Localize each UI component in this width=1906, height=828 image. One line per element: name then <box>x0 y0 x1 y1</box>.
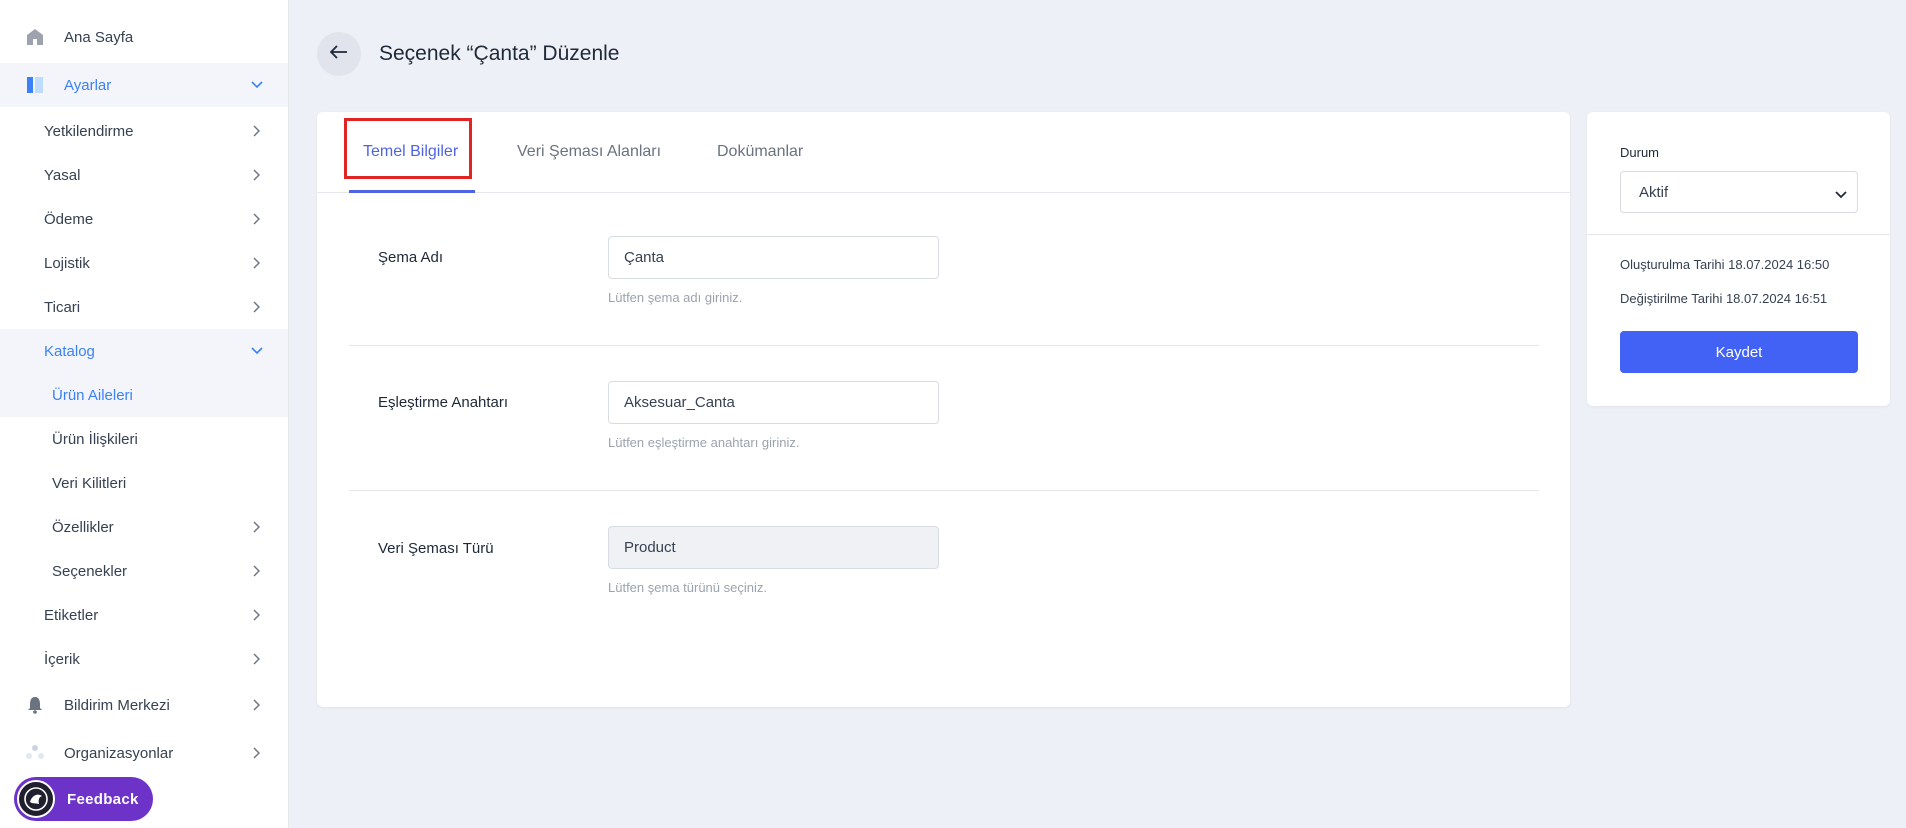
sidebar-item-label: Ticari <box>44 298 81 316</box>
chevron-right-icon <box>250 652 264 666</box>
schema-name-input[interactable]: Çanta <box>608 236 939 279</box>
sidebar-item-icerik[interactable]: İçerik <box>0 637 288 681</box>
chevron-down-icon <box>250 344 264 358</box>
sidebar-item-label: Yasal <box>44 166 81 184</box>
sidebar-item-lojistik[interactable]: Lojistik <box>0 241 288 285</box>
sidebar-item-label: Veri Kilitleri <box>52 474 127 492</box>
divider <box>1587 234 1890 235</box>
chevron-right-icon <box>250 520 264 534</box>
chevron-right-icon <box>250 256 264 270</box>
chevron-down-icon <box>1835 186 1847 203</box>
match-key-help: Lütfen eşleştirme anahtarı giriniz. <box>608 435 800 450</box>
sidebar-item-veri-kilitleri[interactable]: Veri Kilitleri <box>0 461 288 505</box>
save-button[interactable]: Kaydet <box>1620 331 1858 373</box>
sidebar-item-ticari[interactable]: Ticari <box>0 285 288 329</box>
status-select[interactable]: Aktif <box>1620 171 1858 213</box>
sidebar-item-ozellikler[interactable]: Özellikler <box>0 505 288 549</box>
sidebar-item-label: Ana Sayfa <box>64 28 134 46</box>
sidebar-item-label: Ödeme <box>44 210 94 228</box>
divider <box>349 490 1539 491</box>
sidebar-item-etiketler[interactable]: Etiketler <box>0 593 288 637</box>
status-card: Durum Aktif Oluşturulma Tarihi 18.07.202… <box>1587 112 1890 406</box>
sidebar-item-odeme[interactable]: Ödeme <box>0 197 288 241</box>
settings-panel-icon <box>24 74 46 96</box>
sidebar-item-organizations[interactable]: Organizasyonlar <box>0 731 288 775</box>
chevron-down-icon <box>250 78 264 92</box>
modified-date: Değiştirilme Tarihi 18.07.2024 16:51 <box>1620 291 1828 306</box>
sidebar-item-label: İçerik <box>44 650 80 668</box>
match-key-input[interactable]: Aksesuar_Canta <box>608 381 939 424</box>
sidebar: Ana Sayfa Ayarlar Yetkilendirme Yasal Öd… <box>0 0 289 828</box>
sidebar-item-label: Yetkilendirme <box>44 122 134 140</box>
sidebar-item-settings[interactable]: Ayarlar <box>0 63 288 107</box>
schema-type-field: Product <box>608 526 939 569</box>
sidebar-item-secenekler[interactable]: Seçenekler <box>0 549 288 593</box>
schema-type-help: Lütfen şema türünü seçiniz. <box>608 580 767 595</box>
chevron-right-icon <box>250 168 264 182</box>
schema-type-label: Veri Şeması Türü <box>378 540 494 557</box>
sidebar-item-label: Bildirim Merkezi <box>64 696 170 714</box>
sidebar-item-label: Ürün İlişkileri <box>52 430 138 448</box>
tab-bar: Temel Bilgiler Veri Şeması Alanları Dokü… <box>317 112 1570 193</box>
home-icon <box>24 26 46 48</box>
chevron-right-icon <box>250 746 264 760</box>
chevron-right-icon <box>250 698 264 712</box>
sidebar-item-label: Ayarlar <box>64 76 112 94</box>
organization-icon <box>24 742 46 764</box>
feedback-label: Feedback <box>67 790 139 808</box>
sidebar-item-home[interactable]: Ana Sayfa <box>0 15 288 59</box>
feedback-logo-icon <box>17 780 55 818</box>
created-date: Oluşturulma Tarihi 18.07.2024 16:50 <box>1620 257 1830 272</box>
match-key-label: Eşleştirme Anahtarı <box>378 394 509 411</box>
sidebar-item-label: Seçenekler <box>52 562 128 580</box>
schema-name-label: Şema Adı <box>378 249 444 266</box>
status-label: Durum <box>1620 145 1660 160</box>
schema-name-help: Lütfen şema adı giriniz. <box>608 290 743 305</box>
divider <box>349 345 1539 346</box>
chevron-right-icon <box>250 124 264 138</box>
tab-dokumanlar[interactable]: Dokümanlar <box>717 143 803 161</box>
sidebar-item-label: Lojistik <box>44 254 90 272</box>
active-tab-indicator <box>349 190 475 193</box>
chevron-right-icon <box>250 608 264 622</box>
arrow-left-icon <box>329 44 348 64</box>
sidebar-item-label: Ürün Aileleri <box>52 386 133 404</box>
bell-icon <box>24 694 46 716</box>
sidebar-item-yasal[interactable]: Yasal <box>0 153 288 197</box>
chevron-right-icon <box>250 212 264 226</box>
sidebar-item-label: Özellikler <box>52 518 114 536</box>
highlight-box <box>344 118 472 179</box>
page-title: Seçenek “Çanta” Düzenle <box>379 42 620 65</box>
main-card: Temel Bilgiler Veri Şeması Alanları Dokü… <box>317 112 1570 707</box>
sidebar-item-label: Katalog <box>44 342 95 360</box>
sidebar-item-urun-aileleri[interactable]: Ürün Aileleri <box>0 373 288 417</box>
sidebar-item-urun-iliskileri[interactable]: Ürün İlişkileri <box>0 417 288 461</box>
chevron-right-icon <box>250 564 264 578</box>
sidebar-item-katalog[interactable]: Katalog <box>0 329 288 373</box>
status-select-value: Aktif <box>1639 183 1669 201</box>
feedback-button[interactable]: Feedback <box>14 777 153 821</box>
chevron-right-icon <box>250 300 264 314</box>
sidebar-item-label: Organizasyonlar <box>64 744 174 762</box>
sidebar-item-label: Etiketler <box>44 606 99 624</box>
sidebar-item-notifications[interactable]: Bildirim Merkezi <box>0 683 288 727</box>
sidebar-item-yetkilendirme[interactable]: Yetkilendirme <box>0 109 288 153</box>
tab-veri-semasi-alanlari[interactable]: Veri Şeması Alanları <box>517 143 661 161</box>
back-button[interactable] <box>317 32 361 76</box>
